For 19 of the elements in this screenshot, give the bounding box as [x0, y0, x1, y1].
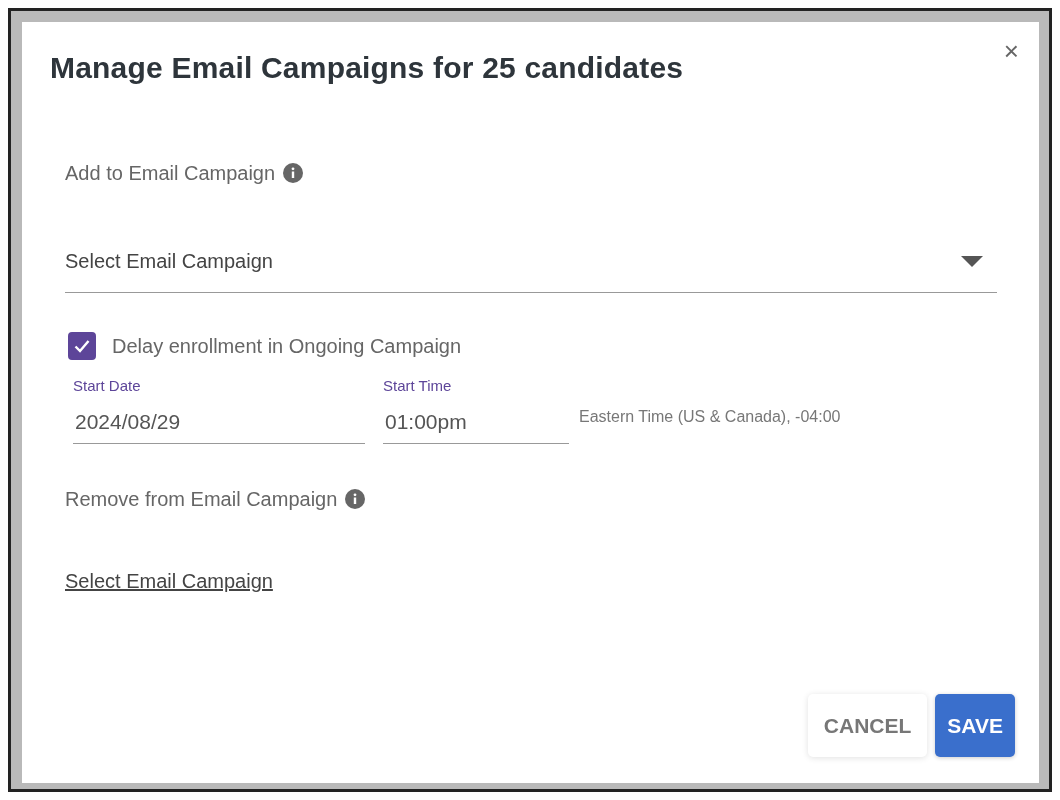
time-field[interactable]: 01:00pm: [383, 397, 569, 444]
check-icon: [74, 339, 90, 353]
section-label: Add to Email Campaign: [65, 161, 276, 186]
info-icon: [345, 489, 366, 509]
checkbox-label: Delay enrollment in Ongoing Campaign: [112, 334, 462, 359]
campaign-select[interactable]: Select Email Campaign: [65, 230, 997, 293]
campaign-link[interactable]: Select Email Campaign: [65, 566, 273, 596]
checkbox[interactable]: [68, 332, 96, 360]
field-label: Start Date: [73, 376, 141, 396]
caret-icon: [961, 256, 983, 267]
timezone-text: Eastern Time (US & Canada), -04:00: [579, 406, 841, 427]
dialog-title: Manage Email Campaigns for 25 candidates: [50, 50, 685, 86]
close-button[interactable]: ×: [999, 36, 1023, 66]
date-field[interactable]: 2024/08/29: [73, 397, 365, 444]
section-label: Remove from Email Campaign: [65, 487, 338, 512]
cancel-button[interactable]: CANCEL: [807, 693, 928, 757]
field-label: Start Time: [383, 376, 452, 396]
save-button[interactable]: SAVE: [935, 693, 1015, 757]
info-icon: [283, 163, 304, 183]
